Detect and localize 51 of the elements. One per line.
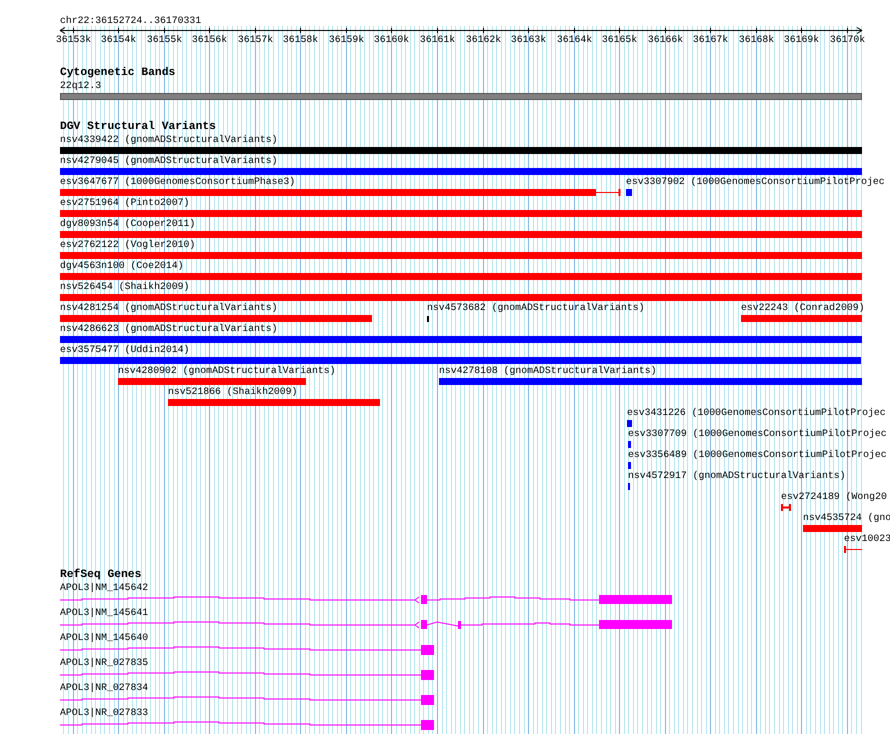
tick-label: 36170k — [830, 34, 866, 46]
variant-label: nsv4572917 (gnomADStructuralVariants) — [628, 470, 846, 482]
variant-label: nsv4573682 (gnomADStructuralVariants) — [427, 302, 645, 314]
variant-label: nsv521866 (Shaikh2009) — [168, 386, 298, 398]
track-title: RefSeq Genes — [60, 569, 142, 581]
variant-label: dgv8093n54 (Cooper2011) — [60, 218, 196, 230]
transcript-label: APOL3|NR_027835 — [60, 657, 148, 669]
variant-label: esv3431226 (1000GenomesConsortiumPilotProjec — [627, 407, 886, 419]
tick-label: 36169k — [784, 34, 820, 46]
variant-label: esv2751964 (Pinto2007) — [60, 197, 190, 209]
track-title: Cytogenetic Bands — [60, 67, 176, 79]
variant-label: nsv4339422 (gnomADStructuralVariants) — [60, 134, 278, 146]
transcript-label: APOL3|NR_027834 — [60, 682, 148, 694]
tick-label: 36163k — [510, 34, 546, 46]
tick-label: 36166k — [648, 34, 684, 46]
tick-label: 36159k — [328, 34, 364, 46]
variant-label: esv3356489 (1000GenomesConsortiumPilotProjec — [628, 449, 887, 461]
variant-label: nsv4279045 (gnomADStructuralVariants) — [60, 155, 278, 167]
tick-label: 36168k — [738, 34, 774, 46]
variant-label: dgv4563n100 (Coe2014) — [60, 260, 184, 272]
variant-label: nsv4278108 (gnomADStructuralVariants) — [439, 365, 657, 377]
tick-label: 36165k — [602, 34, 638, 46]
variant-label: esv3575477 (Uddin2014) — [60, 344, 190, 356]
transcript-label: APOL3|NM_145640 — [60, 632, 148, 644]
tick-label: 36160k — [374, 34, 410, 46]
tick-label: 36155k — [146, 34, 182, 46]
variant-label: esv3647677 (1000GenomesConsortiumPhase3) — [60, 176, 296, 188]
variant-label: nsv526454 (Shaikh2009) — [60, 281, 190, 293]
variant-label: nsv4281254 (gnomADStructuralVariants) — [60, 302, 278, 314]
tick-label: 36154k — [100, 34, 136, 46]
variant-label: esv2724189 (Wong20 — [781, 491, 887, 503]
variant-label: nsv4280902 (gnomADStructuralVariants) — [118, 365, 336, 377]
tick-label: 36158k — [282, 34, 318, 46]
tick-label: 36164k — [556, 34, 592, 46]
tick-label: 36153k — [56, 34, 92, 46]
region-label: chr22:36152724..36170331 — [60, 15, 202, 27]
band-label: 22q12.3 — [60, 80, 102, 92]
transcript-label: APOL3|NM_145641 — [60, 607, 148, 619]
transcript-label: APOL3|NM_145642 — [60, 582, 148, 594]
variant-label: esv3307709 (1000GenomesConsortiumPilotProjec — [628, 428, 887, 440]
variant-label: esv3307902 (1000GenomesConsortiumPilotProjec — [626, 176, 885, 188]
variant-label: nsv4286623 (gnomADStructuralVariants) — [60, 323, 278, 335]
track-title: DGV Structural Variants — [60, 121, 216, 133]
transcript-label: APOL3|NR_027833 — [60, 707, 148, 719]
variant-label: esv2762122 (Vogler2010) — [60, 239, 196, 251]
tick-label: 36162k — [466, 34, 502, 46]
tick-label: 36167k — [692, 34, 728, 46]
variant-label: esv22243 (Conrad2009) — [741, 302, 864, 314]
tick-label: 36157k — [238, 34, 274, 46]
tick-label: 36156k — [192, 34, 228, 46]
tick-label: 36161k — [420, 34, 456, 46]
